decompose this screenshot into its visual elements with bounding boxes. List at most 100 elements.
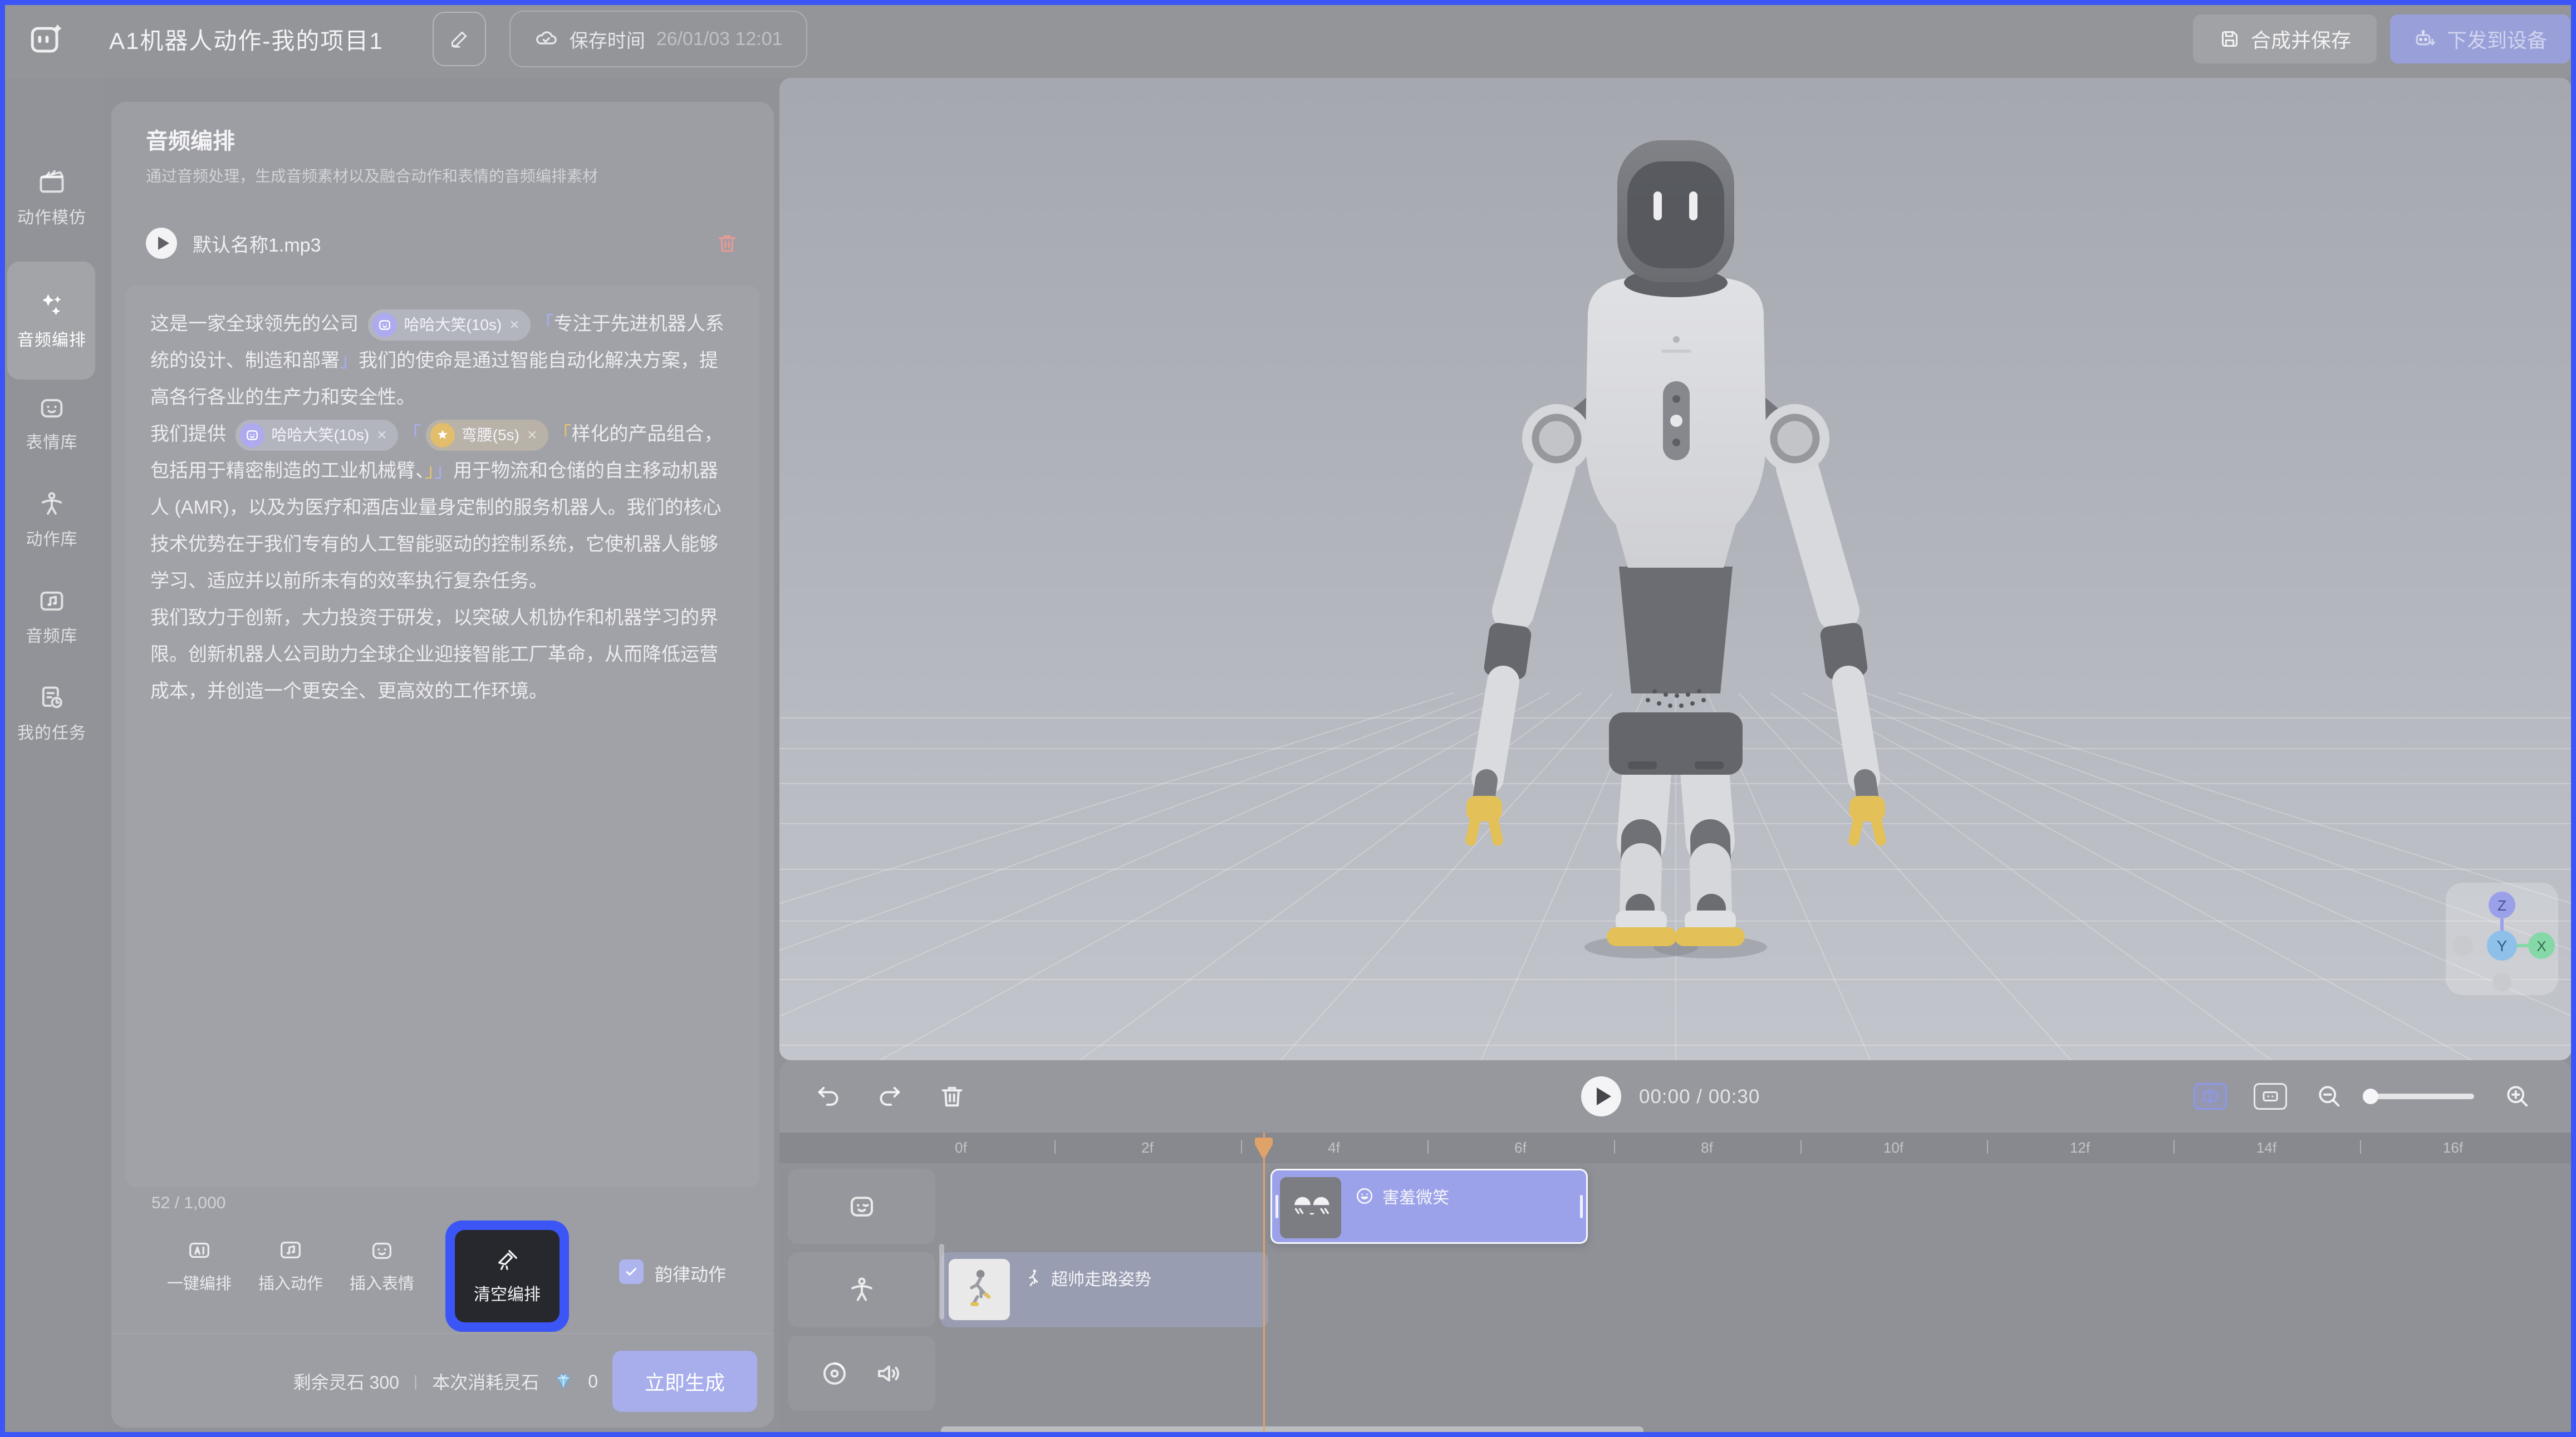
rename-project-button[interactable] xyxy=(433,12,486,66)
rhythm-motion-checkbox[interactable] xyxy=(619,1259,644,1284)
music-box-icon xyxy=(37,587,66,616)
quote-mark-purple: 」 xyxy=(434,460,453,481)
tag-label: 哈哈大笑(10s) xyxy=(404,307,502,343)
clear-orchestration-button[interactable]: 清空编排 xyxy=(455,1230,560,1322)
play-button[interactable] xyxy=(1581,1076,1621,1116)
script-text: 我们提供 xyxy=(150,424,231,445)
gizmo-y-label: Y xyxy=(2497,937,2508,954)
expression-tag[interactable]: 哈哈大笑(10s)× xyxy=(368,309,530,341)
app-window: A1机器人动作-我的项目1 保存时间 26/01/03 12:01 合成并保存 xyxy=(0,0,2576,1437)
sparkles-icon xyxy=(37,291,66,319)
quote-mark-purple: 「 xyxy=(403,424,421,445)
action-tag-icon xyxy=(430,423,455,447)
playhead-pin[interactable] xyxy=(1254,1136,1273,1159)
audio-orchestration-panel: 音频编排 通过音频处理，生成音频素材以及融合动作和表情的音频编排素材 默认名称1… xyxy=(111,102,774,1428)
action-button-label: 一键编排 xyxy=(155,1271,244,1294)
quote-mark-purple: 「 xyxy=(535,313,554,334)
ruler-tick-label: 8f xyxy=(1701,1139,1713,1157)
action-button-label: 清空编排 xyxy=(474,1281,541,1305)
sidebar-item-audio-orchestration[interactable]: 音频编排 xyxy=(0,291,104,351)
synthesize-save-button[interactable]: 合成并保存 xyxy=(2193,14,2377,63)
timeline-horizontal-scrollbar[interactable] xyxy=(941,1426,1643,1435)
ruler-tick-minor xyxy=(1241,1140,1242,1154)
generate-now-label: 立即生成 xyxy=(645,1367,725,1396)
expression-clip[interactable]: 害羞微笑 xyxy=(1270,1169,1588,1244)
fit-timeline-button[interactable] xyxy=(2254,1083,2287,1110)
follow-playhead-toggle[interactable] xyxy=(2194,1083,2227,1110)
action-tag[interactable]: 弯腰(5s)× xyxy=(426,420,548,451)
top-bar: A1机器人动作-我的项目1 保存时间 26/01/03 12:01 合成并保存 xyxy=(0,0,2576,78)
disc-icon xyxy=(820,1359,850,1389)
zoom-in-button[interactable] xyxy=(2503,1082,2532,1111)
deploy-device-button[interactable]: 下发到设备 xyxy=(2390,14,2570,63)
axis-gizmo[interactable]: Z Y X xyxy=(2446,883,2558,995)
expression-track-header[interactable] xyxy=(788,1169,935,1244)
speaker-icon xyxy=(874,1359,904,1389)
delete-clip-button[interactable] xyxy=(938,1082,966,1111)
ruler-tick-label: 0f xyxy=(955,1139,967,1157)
remove-tag-icon[interactable]: × xyxy=(376,417,387,454)
gizmo-x-label: X xyxy=(2536,938,2546,954)
redo-button[interactable] xyxy=(875,1082,904,1111)
playback-bar: 00:00 / 00:30 xyxy=(779,1060,2572,1133)
project-title: A1机器人动作-我的项目1 xyxy=(109,22,384,56)
ruler-tick-label: 16f xyxy=(2443,1139,2463,1157)
task-list-icon xyxy=(37,683,66,712)
slider-knob[interactable] xyxy=(2363,1089,2378,1104)
consume-stones-value: 0 xyxy=(588,1371,598,1392)
action-clip[interactable]: 超帅走路姿势 xyxy=(941,1252,1268,1327)
playhead[interactable] xyxy=(1263,1133,1265,1437)
scene-canvas xyxy=(779,78,2572,1060)
tracks-vertical-scrollbar[interactable] xyxy=(939,1244,944,1320)
sidebar-item-label: 音频库 xyxy=(0,622,104,647)
deploy-device-label: 下发到设备 xyxy=(2447,24,2547,53)
footer-divider: | xyxy=(414,1372,418,1390)
sidebar-item-label: 动作库 xyxy=(0,525,104,550)
expression-tag[interactable]: 哈哈大笑(10s)× xyxy=(235,420,398,451)
script-editor[interactable]: 这是一家全球领先的公司 哈哈大笑(10s)×「专注于先进机器人系统的设计、制造和… xyxy=(126,286,759,1187)
sidebar-item-expression-library[interactable]: 表情库 xyxy=(0,393,104,453)
time-display: 00:00 / 00:30 xyxy=(1639,1086,1760,1108)
expression-tag-icon xyxy=(240,423,264,447)
panel-subtitle: 通过音频处理，生成音频素材以及融合动作和表情的音频编排素材 xyxy=(146,164,747,186)
remove-tag-icon[interactable]: × xyxy=(508,307,519,343)
gem-icon xyxy=(553,1371,573,1391)
insert-action-button[interactable]: 插入动作 xyxy=(246,1237,335,1294)
person-icon xyxy=(37,490,66,519)
gizmo-z-label: Z xyxy=(2498,897,2506,914)
viewport-3d[interactable]: Z Y X xyxy=(779,78,2572,1060)
timeline-ruler[interactable]: 0f2f4f6f8f10f12f14f16f xyxy=(779,1133,2572,1163)
play-audio-button[interactable] xyxy=(146,228,177,259)
sidebar-item-motion-mimic[interactable]: 动作模仿 xyxy=(0,168,104,228)
undo-button[interactable] xyxy=(814,1082,843,1111)
delete-audio-button[interactable] xyxy=(715,231,739,255)
action-track-header[interactable] xyxy=(788,1252,935,1327)
one-click-orchestrate-button[interactable]: 一键编排 xyxy=(155,1237,244,1294)
insert-expression-button[interactable]: 插入表情 xyxy=(337,1237,426,1294)
gizmo-axis-neg-x[interactable] xyxy=(2452,935,2474,956)
sidebar-item-my-tasks[interactable]: 我的任务 xyxy=(0,683,104,744)
audio-clip-row: 默认名称1.mp3 xyxy=(146,225,739,261)
timeline-zoom-slider[interactable] xyxy=(2365,1094,2474,1099)
remaining-stones: 剩余灵石 300 xyxy=(293,1369,399,1394)
action-button-label: 插入表情 xyxy=(337,1271,426,1294)
clip-right-handle[interactable] xyxy=(1580,1195,1583,1218)
audio-track-header[interactable] xyxy=(788,1336,935,1411)
save-time-label: 保存时间 xyxy=(570,26,645,53)
sidebar-item-audio-library[interactable]: 音频库 xyxy=(0,587,104,647)
synthesize-save-label: 合成并保存 xyxy=(2251,24,2351,53)
music-box-icon xyxy=(278,1237,303,1263)
gizmo-axis-neg-z[interactable] xyxy=(2492,973,2511,992)
clip-left-handle[interactable] xyxy=(1275,1195,1278,1218)
remove-tag-icon[interactable]: × xyxy=(526,417,537,454)
ruler-tick-label: 14f xyxy=(2256,1139,2276,1157)
zoom-out-button[interactable] xyxy=(2315,1082,2344,1111)
check-icon xyxy=(624,1264,639,1279)
tag-label: 弯腰(5s) xyxy=(462,417,519,454)
robot-face-icon xyxy=(369,1237,395,1263)
expression-tag-icon xyxy=(372,313,397,337)
ruler-tick-minor xyxy=(1427,1140,1429,1154)
sidebar-item-action-library[interactable]: 动作库 xyxy=(0,490,104,550)
walking-person-icon xyxy=(1023,1268,1043,1288)
generate-now-button[interactable]: 立即生成 xyxy=(612,1351,757,1412)
